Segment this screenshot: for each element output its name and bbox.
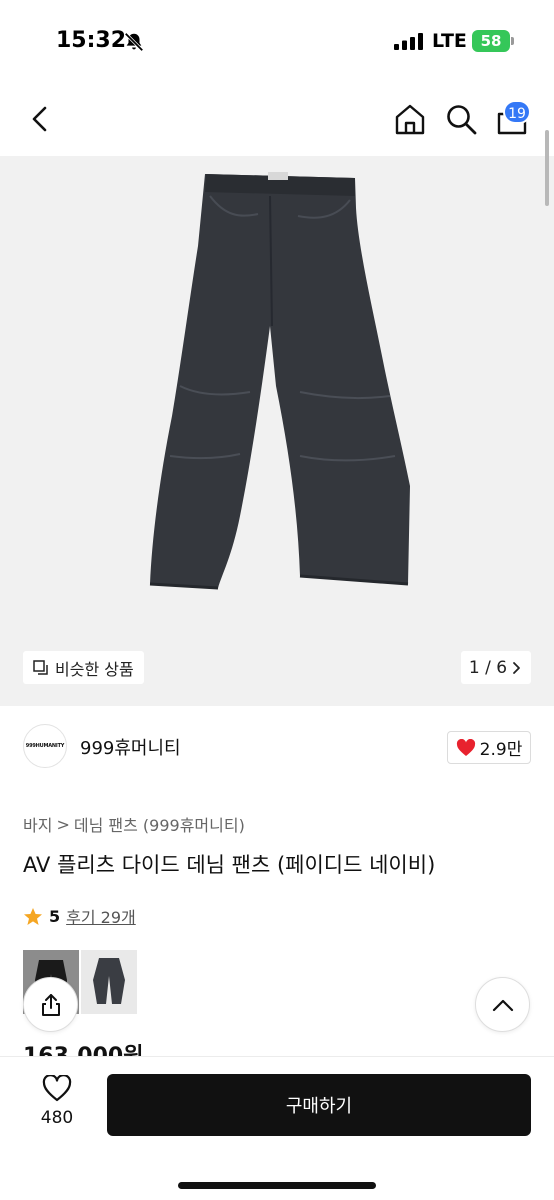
top-nav — [0, 84, 554, 156]
cart-count-badge: 19 — [503, 100, 531, 124]
review-count-link[interactable]: 후기 29개 — [66, 904, 136, 928]
brand-like-button[interactable]: 2.9만 — [447, 731, 531, 764]
buy-button-label: 구매하기 — [285, 1096, 353, 1117]
bell-muted-icon — [124, 32, 144, 52]
buy-button[interactable]: 구매하기 — [107, 1074, 531, 1136]
scroll-to-top-button[interactable] — [475, 977, 530, 1032]
brand-row: 999HUMANITY 999휴머니티 2.9만 — [0, 706, 554, 786]
brand-like-count: 2.9만 — [479, 740, 523, 760]
heart-outline-icon — [42, 1075, 72, 1102]
battery-tip — [511, 37, 514, 45]
rating-row: 5 후기 29개 — [23, 904, 136, 928]
chevron-right-icon — [513, 661, 520, 674]
breadcrumb-separator: > — [56, 814, 70, 834]
thumbnail-image — [93, 958, 125, 1004]
home-icon[interactable] — [393, 102, 427, 136]
brand-logo-text: 999HUMANITY — [25, 743, 65, 749]
heart-filled-icon — [456, 738, 475, 756]
rating-score: 5 — [49, 906, 61, 926]
similar-products-label: 비슷한 상품 — [55, 659, 134, 679]
star-icon — [24, 907, 42, 925]
color-option-thumbnail[interactable] — [81, 950, 137, 1014]
product-image-gallery[interactable] — [0, 156, 554, 706]
breadcrumb-category[interactable]: 바지 — [23, 812, 52, 836]
wishlist-count: 480 — [40, 1108, 74, 1128]
similar-products-button[interactable]: 비슷한 상품 — [23, 651, 144, 684]
bottom-purchase-bar: 480 구매하기 — [0, 1056, 554, 1200]
brand-logo[interactable]: 999HUMANITY — [23, 724, 67, 768]
share-button[interactable] — [23, 977, 78, 1032]
image-pager[interactable]: 1 / 6 — [461, 651, 531, 684]
image-page-indicator: 1 / 6 — [468, 657, 508, 678]
status-bar: 15:32 LTE 58 — [0, 0, 554, 84]
search-icon[interactable] — [444, 102, 478, 136]
similar-items-icon — [33, 659, 48, 675]
battery-icon: 58 — [472, 30, 510, 52]
wishlist-button[interactable]: 480 — [30, 1075, 84, 1139]
product-image — [149, 172, 410, 590]
chevron-left-icon[interactable] — [26, 104, 56, 134]
breadcrumb: 바지 > 데님 팬츠 (999휴머니티) — [23, 812, 245, 836]
chevron-up-icon — [492, 999, 513, 1011]
status-time: 15:32 — [56, 28, 127, 53]
home-indicator[interactable] — [178, 1182, 376, 1189]
product-title: AV 플리츠 다이드 데님 팬츠 (페이디드 네이비) — [23, 853, 436, 877]
breadcrumb-subcategory[interactable]: 데님 팬츠 (999휴머니티) — [74, 812, 245, 836]
signal-icon — [394, 33, 423, 50]
network-type: LTE — [432, 30, 467, 52]
brand-name[interactable]: 999휴머니티 — [80, 734, 181, 760]
scrollbar[interactable] — [545, 130, 549, 206]
share-icon — [41, 993, 60, 1016]
